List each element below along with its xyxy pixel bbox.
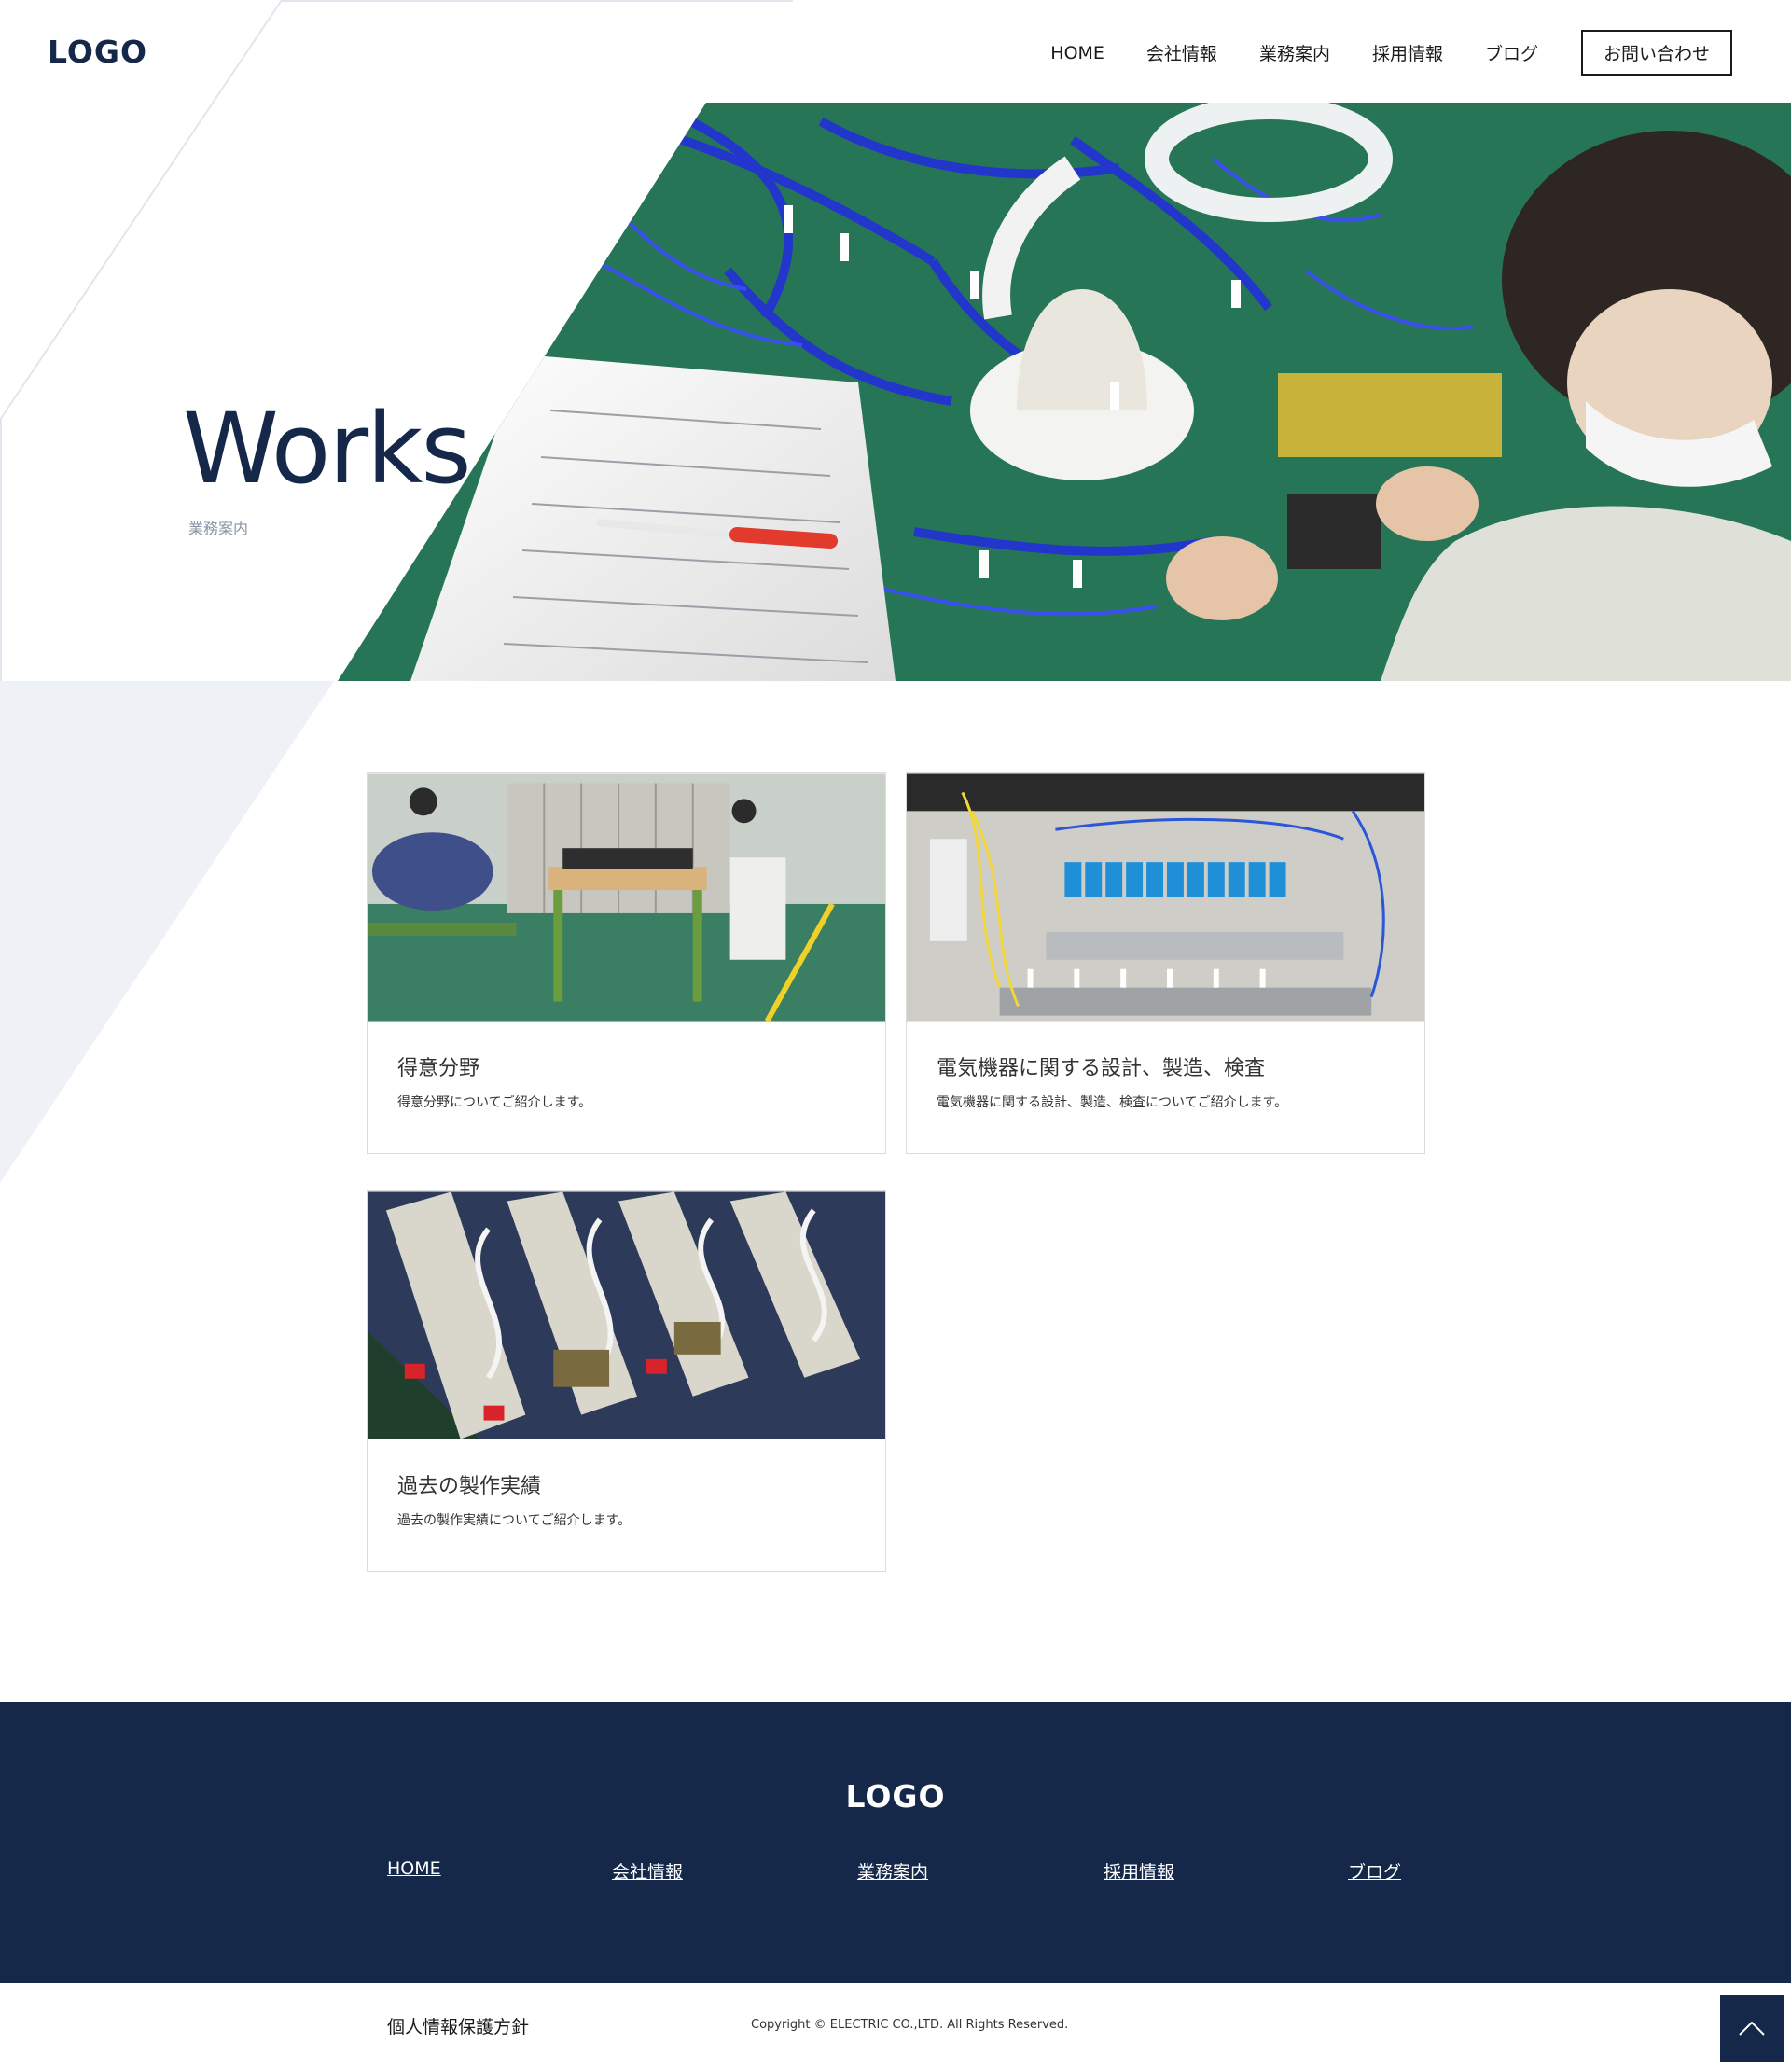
chevron-up-icon (1739, 2021, 1765, 2036)
site-footer: LOGO HOME 会社情報 業務案内 採用情報 ブログ (0, 1702, 1791, 1983)
card-description: 過去の製作実績についてご紹介します。 (397, 1513, 632, 1528)
nav-company[interactable]: 会社情報 (1146, 40, 1217, 65)
footer-nav-recruit[interactable]: 採用情報 (1104, 1858, 1174, 1884)
footer-nav-company[interactable]: 会社情報 (612, 1858, 683, 1884)
copyright-text: Copyright © ELECTRIC CO.,LTD. All Rights… (751, 2018, 1069, 2032)
back-to-top-button[interactable] (1720, 1995, 1784, 2062)
nav-home[interactable]: HOME (1050, 43, 1104, 63)
footer-bottom-bar: 個人情報保護方針 Copyright © ELECTRIC CO.,LTD. A… (0, 1983, 1791, 2072)
card-description: 得意分野についてご紹介します。 (397, 1095, 592, 1110)
card-image-assembly-line (368, 1191, 885, 1439)
nav-recruit[interactable]: 採用情報 (1372, 40, 1443, 65)
site-header: LOGO HOME 会社情報 業務案内 採用情報 ブログ お問い合わせ (0, 0, 1791, 103)
footer-logo[interactable]: LOGO (0, 1778, 1791, 1815)
card-image-factory-floor (368, 773, 885, 1022)
card-past-works[interactable]: 過去の製作実績 過去の製作実績についてご紹介します。 (367, 1190, 886, 1572)
card-description: 電気機器に関する設計、製造、検査についてご紹介します。 (937, 1095, 1288, 1110)
card-title: 過去の製作実績 (397, 1475, 542, 1498)
card-title: 電気機器に関する設計、製造、検査 (937, 1057, 1266, 1080)
page-title: Works (183, 392, 472, 506)
card-design-manufacture[interactable]: 電気機器に関する設計、製造、検査 電気機器に関する設計、製造、検査についてご紹介… (906, 772, 1425, 1154)
nav-blog[interactable]: ブログ (1485, 40, 1538, 65)
privacy-policy-link[interactable]: 個人情報保護方針 (387, 2013, 529, 2038)
footer-nav-home[interactable]: HOME (387, 1858, 441, 1879)
global-nav: HOME 会社情報 業務案内 採用情報 ブログ お問い合わせ (1008, 30, 1732, 76)
footer-nav-works[interactable]: 業務案内 (857, 1858, 928, 1884)
nav-works[interactable]: 業務案内 (1259, 40, 1330, 65)
contact-button[interactable]: お問い合わせ (1580, 30, 1732, 76)
header-logo[interactable]: LOGO (48, 34, 147, 70)
footer-nav-blog[interactable]: ブログ (1348, 1858, 1401, 1884)
hero-section: Works 業務案内 (0, 103, 1791, 681)
card-image-control-panel (907, 773, 1424, 1022)
card-title: 得意分野 (397, 1057, 480, 1080)
card-specialty[interactable]: 得意分野 得意分野についてご紹介します。 (367, 772, 886, 1154)
page-subtitle: 業務案内 (188, 520, 249, 537)
